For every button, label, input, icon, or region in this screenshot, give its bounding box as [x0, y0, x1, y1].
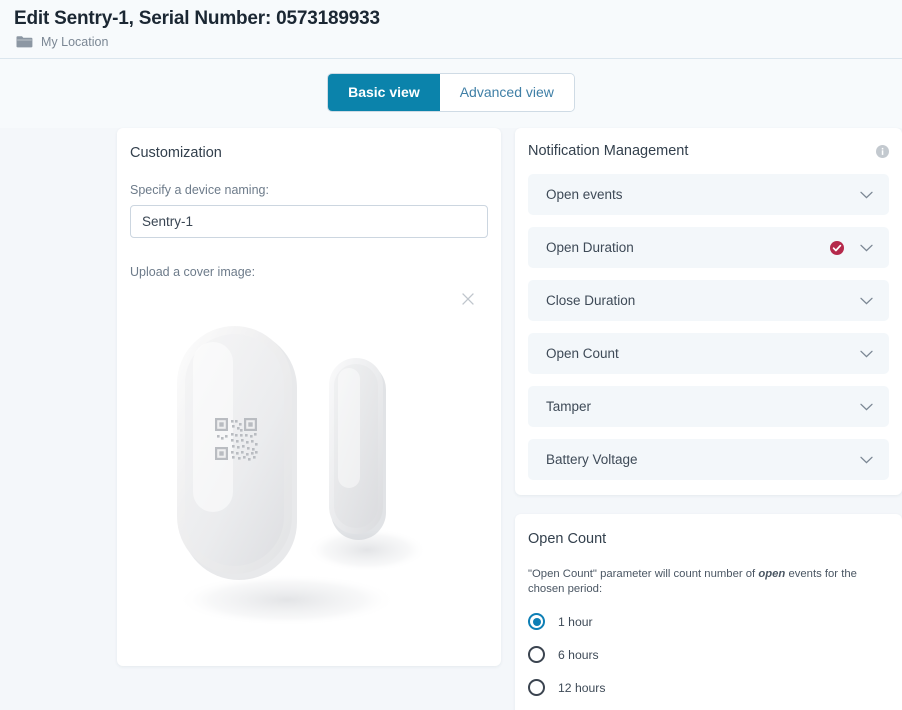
chevron-down-icon[interactable] [860, 297, 873, 305]
accordion-label: Open Duration [546, 239, 830, 257]
radio-option-1-hour[interactable]: 1 hour [528, 605, 889, 638]
accordion-row-tamper[interactable]: Tamper [528, 386, 889, 427]
accordion-row-close-duration[interactable]: Close Duration [528, 280, 889, 321]
device-photo [130, 300, 488, 640]
breadcrumb[interactable]: My Location [14, 34, 888, 50]
device-name-label: Specify a device naming: [130, 182, 488, 198]
open-count-title: Open Count [528, 530, 889, 549]
main-content: Customization Specify a device naming: U… [0, 128, 902, 710]
chevron-down-icon[interactable] [860, 350, 873, 358]
folder-icon [16, 35, 33, 49]
radio-label: 6 hours [558, 647, 599, 663]
radio-option-12-hours[interactable]: 12 hours [528, 671, 889, 704]
accordion-row-open-duration[interactable]: Open Duration [528, 227, 889, 268]
chevron-down-icon[interactable] [860, 191, 873, 199]
open-count-description-emphasis: open [758, 568, 785, 580]
breadcrumb-label: My Location [41, 34, 108, 50]
open-count-card: Open Count "Open Count" parameter will c… [515, 514, 902, 710]
radio-option-24-hours[interactable]: 24 hours [528, 704, 889, 710]
radio-label: 12 hours [558, 680, 605, 696]
open-count-description: "Open Count" parameter will count number… [528, 567, 889, 597]
view-tabs: Basic view Advanced view [0, 59, 902, 128]
tab-advanced-view[interactable]: Advanced view [440, 74, 574, 111]
chevron-down-icon[interactable] [860, 456, 873, 464]
radio-button[interactable] [528, 646, 545, 663]
status-badge [830, 241, 860, 255]
radio-button[interactable] [528, 679, 545, 696]
notification-management-title: Notification Management [528, 142, 688, 161]
accordion-row-open-events[interactable]: Open events [528, 174, 889, 215]
open-count-description-prefix: "Open Count" parameter will count number… [528, 568, 758, 580]
accordion-label: Battery Voltage [546, 451, 860, 469]
accordion-row-battery-voltage[interactable]: Battery Voltage [528, 439, 889, 480]
cover-image-box [130, 286, 488, 652]
info-icon[interactable] [876, 145, 889, 158]
accordion-label: Open events [546, 186, 860, 204]
notification-management-card: Notification Management Open events Open… [515, 128, 902, 495]
accordion-label: Close Duration [546, 292, 860, 310]
notification-management-header: Notification Management [528, 142, 889, 161]
radio-button[interactable] [528, 613, 545, 630]
tab-basic-view[interactable]: Basic view [328, 74, 440, 111]
notification-column: Notification Management Open events Open… [515, 128, 902, 710]
upload-cover-label: Upload a cover image: [130, 264, 488, 280]
customization-card: Customization Specify a device naming: U… [117, 128, 501, 666]
chevron-down-icon[interactable] [860, 403, 873, 411]
radio-label: 1 hour [558, 614, 593, 630]
accordion-label: Open Count [546, 345, 860, 363]
chevron-down-icon[interactable] [860, 244, 873, 252]
page-header: Edit Sentry-1, Serial Number: 0573189933… [0, 0, 902, 59]
device-name-input[interactable] [130, 205, 488, 238]
accordion-row-open-count[interactable]: Open Count [528, 333, 889, 374]
page-title: Edit Sentry-1, Serial Number: 0573189933 [14, 6, 888, 32]
radio-option-6-hours[interactable]: 6 hours [528, 638, 889, 671]
customization-title: Customization [130, 144, 488, 163]
accordion-label: Tamper [546, 398, 860, 416]
customization-column: Customization Specify a device naming: U… [117, 128, 501, 666]
